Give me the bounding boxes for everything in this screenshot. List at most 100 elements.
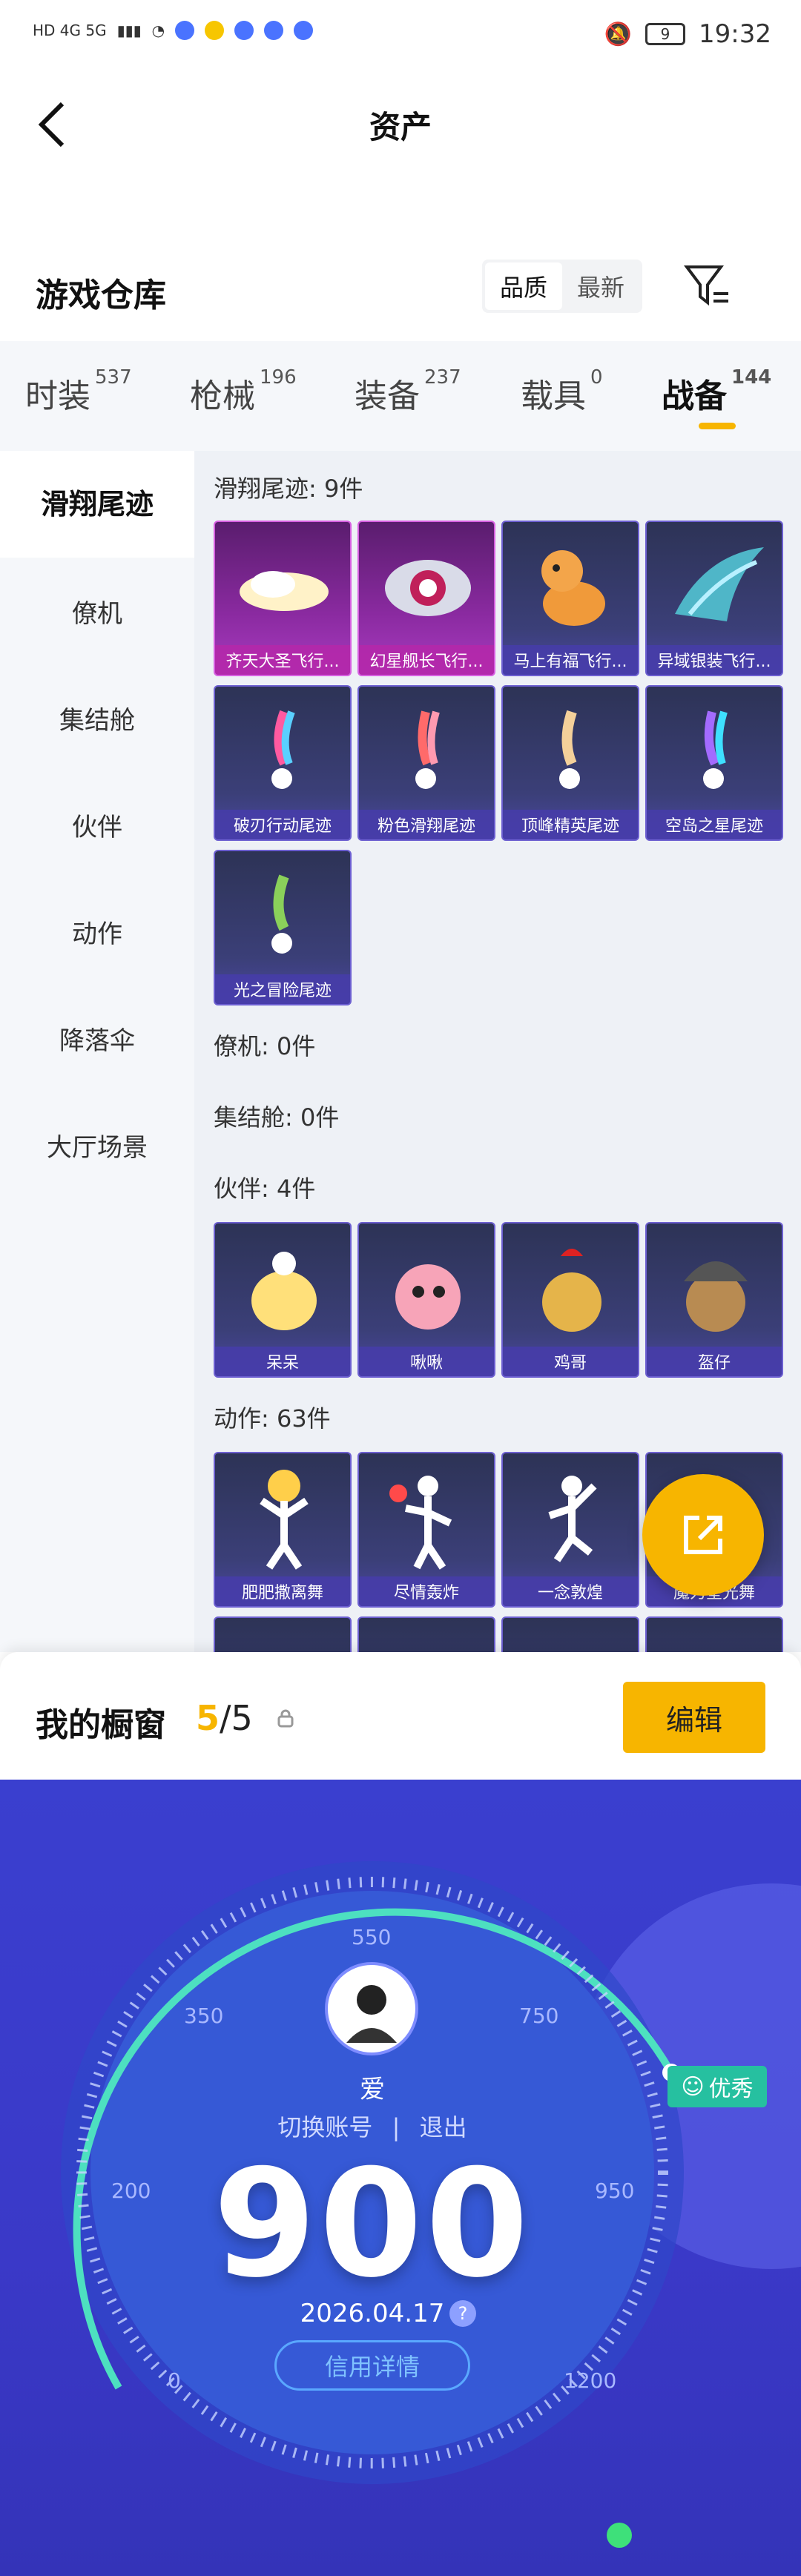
sort-quality-button[interactable]: 品质: [485, 262, 562, 310]
tab-count: 237: [424, 366, 461, 389]
tick-label: 750: [519, 2004, 559, 2028]
trail-icon: [271, 874, 292, 954]
tab-label: 时装: [25, 377, 90, 415]
item-card[interactable]: 空岛之星尾迹: [645, 685, 783, 841]
tab-count: 537: [95, 366, 132, 389]
item-card[interactable]: 幻星舰长飞行...: [357, 521, 495, 676]
help-icon[interactable]: ?: [449, 2300, 476, 2327]
tab-label: 枪械: [190, 377, 255, 415]
item-card[interactable]: [501, 1616, 639, 1652]
item-card[interactable]: 顶峰精英尾迹: [501, 685, 639, 841]
showcase-title: 我的橱窗: [36, 1706, 166, 1744]
tab-guns[interactable]: 枪械 196: [190, 366, 297, 417]
credit-detail-button[interactable]: 信用详情: [274, 2340, 470, 2391]
category-title: 僚机: 0件: [214, 1032, 316, 1060]
item-label: 盔仔: [647, 1347, 782, 1376]
share-icon: [684, 1516, 722, 1554]
item-card[interactable]: 异域银装飞行...: [645, 521, 783, 676]
dancer-icon: [389, 1476, 452, 1570]
item-card[interactable]: 粉色滑翔尾迹: [357, 685, 495, 841]
spaceship-icon: [385, 560, 471, 616]
item-card[interactable]: 盔仔: [645, 1222, 783, 1378]
sidebar-item-lobby[interactable]: 大厅场景: [0, 1127, 194, 1163]
item-label: 破刃行动尾迹: [215, 810, 350, 839]
item-card[interactable]: 马上有福飞行...: [501, 521, 639, 676]
tab-count: 196: [260, 366, 297, 389]
status-time: 19:32: [699, 19, 771, 49]
item-card[interactable]: 鸡哥: [501, 1222, 639, 1378]
trail-icon: [415, 710, 440, 789]
horse-icon: [541, 550, 605, 626]
item-card[interactable]: 一念敦煌: [501, 1452, 639, 1608]
tab-count: 144: [731, 366, 772, 389]
cloud-icon: [240, 571, 329, 611]
tick-label: 550: [352, 1925, 392, 1949]
sidebar-item-partner[interactable]: 伙伴: [0, 807, 194, 843]
sidebar-item-action[interactable]: 动作: [0, 914, 194, 950]
item-card[interactable]: [214, 1616, 352, 1652]
status-bar: HD 4G 5G ▮▮▮ ◔ 🔕 9 19:32: [0, 0, 801, 74]
sidebar: 滑翔尾迹 僚机 集结舱 伙伴 动作 降落伞 大厅场景: [0, 451, 194, 1652]
avatar-icon: [346, 1985, 397, 2043]
tick-label: 1200: [564, 2368, 617, 2393]
item-label: 马上有福飞行...: [503, 645, 638, 675]
item-card[interactable]: 齐天大圣飞行...: [214, 521, 352, 676]
trail-icon: [703, 710, 728, 789]
item-card[interactable]: 啾啾: [357, 1222, 495, 1378]
sidebar-item-trail[interactable]: 滑翔尾迹: [0, 451, 194, 558]
item-grid: 滑翔尾迹: 9件 齐天大圣飞行... 幻星舰长飞行... 马上有福飞行... 异…: [194, 451, 801, 1652]
item-card[interactable]: 光之冒险尾迹: [214, 850, 352, 1005]
chick-icon: [251, 1252, 317, 1330]
rating-label: 优秀: [708, 2076, 754, 2102]
item-label: 一念敦煌: [503, 1576, 638, 1606]
item-card[interactable]: 破刃行动尾迹: [214, 685, 352, 841]
item-label: 肥肥撒离舞: [215, 1576, 350, 1606]
score-date: 2026.04.17: [300, 2299, 445, 2328]
category-title: 伙伴: 4件: [214, 1175, 316, 1203]
dancer-icon: [548, 1476, 597, 1562]
sidebar-item-wingman[interactable]: 僚机: [0, 593, 194, 630]
category-title: 集结舱: 0件: [214, 1103, 340, 1132]
status-left: HD 4G 5G ▮▮▮ ◔: [33, 21, 314, 40]
app-icon: [294, 21, 314, 40]
smile-icon: ☺: [681, 2073, 705, 2100]
rooster-icon: [542, 1249, 601, 1332]
share-button[interactable]: [642, 1474, 764, 1596]
item-label: 幻星舰长飞行...: [359, 645, 494, 675]
trail-icon: [271, 710, 295, 789]
sidebar-item-pod[interactable]: 集结舱: [0, 700, 194, 736]
signal-icon: ▮▮▮: [116, 22, 142, 39]
sidebar-item-parachute[interactable]: 降落伞: [0, 1020, 194, 1057]
item-label: 尽情轰炸: [359, 1576, 494, 1606]
filter-button[interactable]: [682, 261, 731, 310]
item-label: 齐天大圣飞行...: [215, 645, 350, 675]
active-tab-indicator: [699, 423, 736, 429]
credit-score: 900: [213, 2138, 532, 2311]
item-card[interactable]: 呆呆: [214, 1222, 352, 1378]
tab-vehicles[interactable]: 载具 0: [521, 366, 603, 417]
category-title: 滑翔尾迹: 9件: [214, 475, 363, 503]
sort-latest-button[interactable]: 最新: [562, 262, 639, 310]
item-card[interactable]: [645, 1616, 783, 1652]
user-name: 爱: [360, 2075, 385, 2104]
item-label: 呆呆: [215, 1347, 350, 1376]
item-card[interactable]: 尽情轰炸: [357, 1452, 495, 1608]
category-tabs: 时装 537 枪械 196 装备 237 载具 0 战备 144: [0, 341, 801, 451]
filter-icon: [684, 265, 728, 306]
app-icon: [175, 21, 195, 40]
app-icon: [205, 21, 225, 40]
mute-icon: 🔕: [604, 21, 633, 47]
trail-icon: [559, 710, 580, 789]
item-card[interactable]: [357, 1616, 495, 1652]
rating-badge: ☺ 优秀: [668, 2066, 767, 2107]
edit-button[interactable]: 编辑: [623, 1682, 765, 1753]
tab-equipment[interactable]: 装备 237: [355, 366, 461, 417]
wifi-icon: ◔: [151, 22, 165, 39]
tab-supplies[interactable]: 战备 144: [662, 366, 772, 417]
item-card[interactable]: 肥肥撒离舞: [214, 1452, 352, 1608]
tab-fashion[interactable]: 时装 537: [25, 366, 132, 417]
showcase-count: 5/5: [196, 1698, 253, 1738]
item-label: 空岛之星尾迹: [647, 810, 782, 839]
tick-label: 0: [168, 2368, 181, 2393]
avatar[interactable]: [325, 1962, 418, 2055]
